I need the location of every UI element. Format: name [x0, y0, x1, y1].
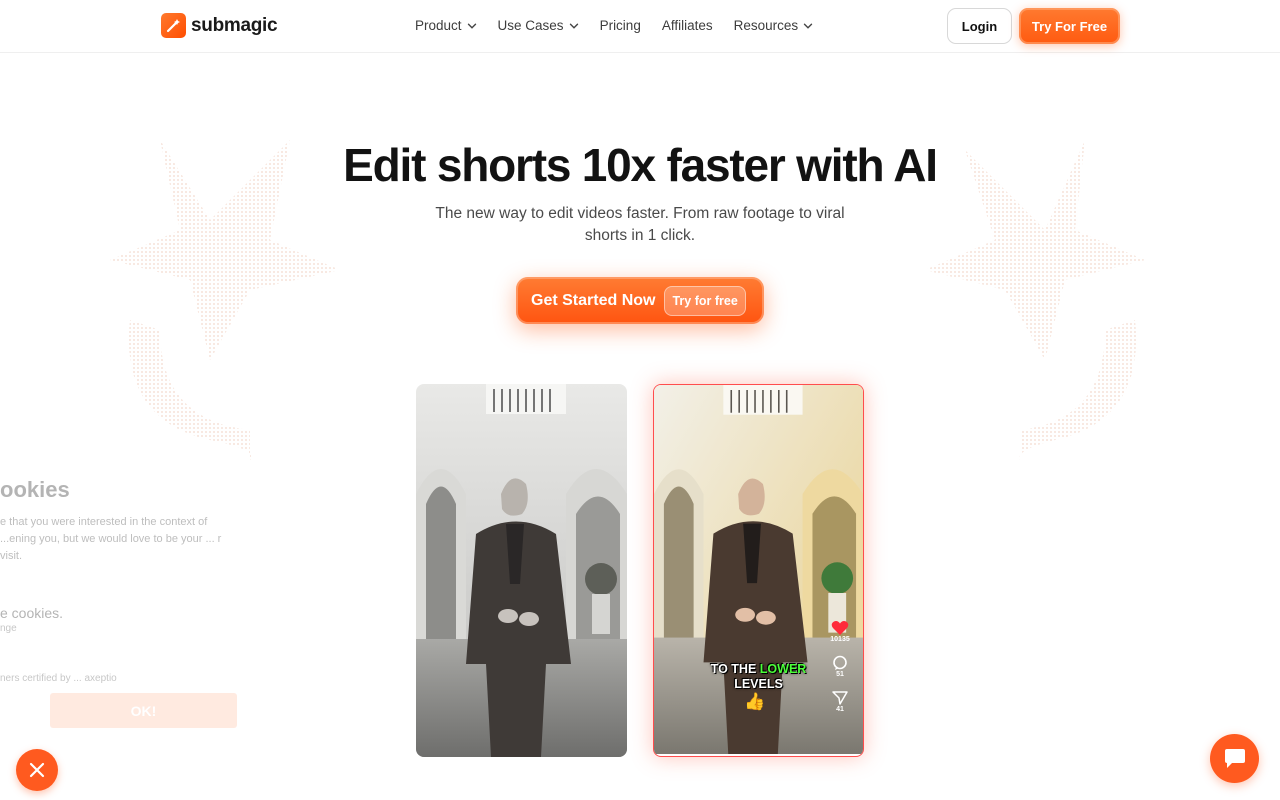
cookie-text: e that you were interested in the contex…	[0, 516, 222, 562]
menu-item-product[interactable]: Product	[415, 18, 477, 33]
cookie-ok-button[interactable]: OK!	[50, 693, 237, 728]
menu-item-label: Pricing	[599, 18, 641, 33]
chevron-down-icon	[803, 23, 813, 29]
get-started-button[interactable]: Get Started Now Try for free	[516, 277, 764, 324]
menu-item-affiliates[interactable]: Affiliates	[662, 18, 713, 33]
menu-item-pricing[interactable]: Pricing	[600, 18, 641, 33]
try-free-pill: Try for free	[664, 285, 746, 316]
page-title: Edit shorts 10x faster with AI	[343, 139, 938, 191]
menu-item-label: Resources	[733, 18, 799, 33]
chevron-down-icon	[467, 23, 476, 29]
chat-icon	[1224, 748, 1245, 768]
menu-item-resources[interactable]: Resources	[734, 18, 814, 33]
menu-item-label: Product	[415, 18, 462, 33]
cookie-choose-label: e cookies.	[0, 605, 64, 621]
menu-item-label: Use Cases	[497, 18, 564, 33]
main-menu: Product Use Cases Pricing Affiliates Res…	[415, 18, 813, 33]
menu-item-use-cases[interactable]: Use Cases	[498, 18, 579, 33]
close-cookie-button[interactable]	[16, 749, 58, 791]
likes-count: 10135	[830, 636, 850, 643]
hero-subtitle: The new way to edit videos faster. From …	[435, 205, 845, 244]
chevron-down-icon	[569, 23, 578, 29]
video-after[interactable]: 10135 51 41 TO THE LOWER LEVELS 👍	[653, 384, 864, 757]
cookie-change-link[interactable]: nge	[0, 623, 17, 634]
login-button[interactable]: Login	[947, 8, 1012, 44]
video-frame-image	[416, 384, 627, 757]
cookie-title: ookies	[0, 477, 70, 502]
cookie-certified-note: ners certified by ... axeptio	[0, 673, 117, 684]
heart-icon[interactable]	[831, 620, 849, 636]
shares-count: 41	[836, 706, 844, 713]
brand-name: submagic	[191, 14, 278, 36]
thumbs-up-icon: 👍	[744, 692, 766, 711]
share-icon[interactable]	[832, 690, 848, 706]
caption-highlight-word: LOWER	[759, 662, 807, 676]
magic-wand-icon	[161, 13, 186, 38]
close-icon	[29, 762, 45, 778]
try-for-free-button[interactable]: Try For Free	[1019, 8, 1120, 44]
caption-word: LEVELS	[734, 677, 783, 691]
chat-button[interactable]	[1210, 734, 1259, 783]
caption-word: TO THE	[710, 662, 757, 676]
brand-logo[interactable]: submagic	[161, 13, 278, 38]
video-before[interactable]	[416, 384, 627, 757]
cookie-consent-panel: ookies e that you were interested in the…	[0, 465, 250, 755]
cta-label: Get Started Now	[531, 291, 656, 309]
top-navbar: submagic Product Use Cases Pricing Affil…	[0, 0, 1280, 53]
video-caption: TO THE LOWER LEVELS	[654, 662, 863, 692]
menu-item-label: Affiliates	[661, 18, 713, 33]
